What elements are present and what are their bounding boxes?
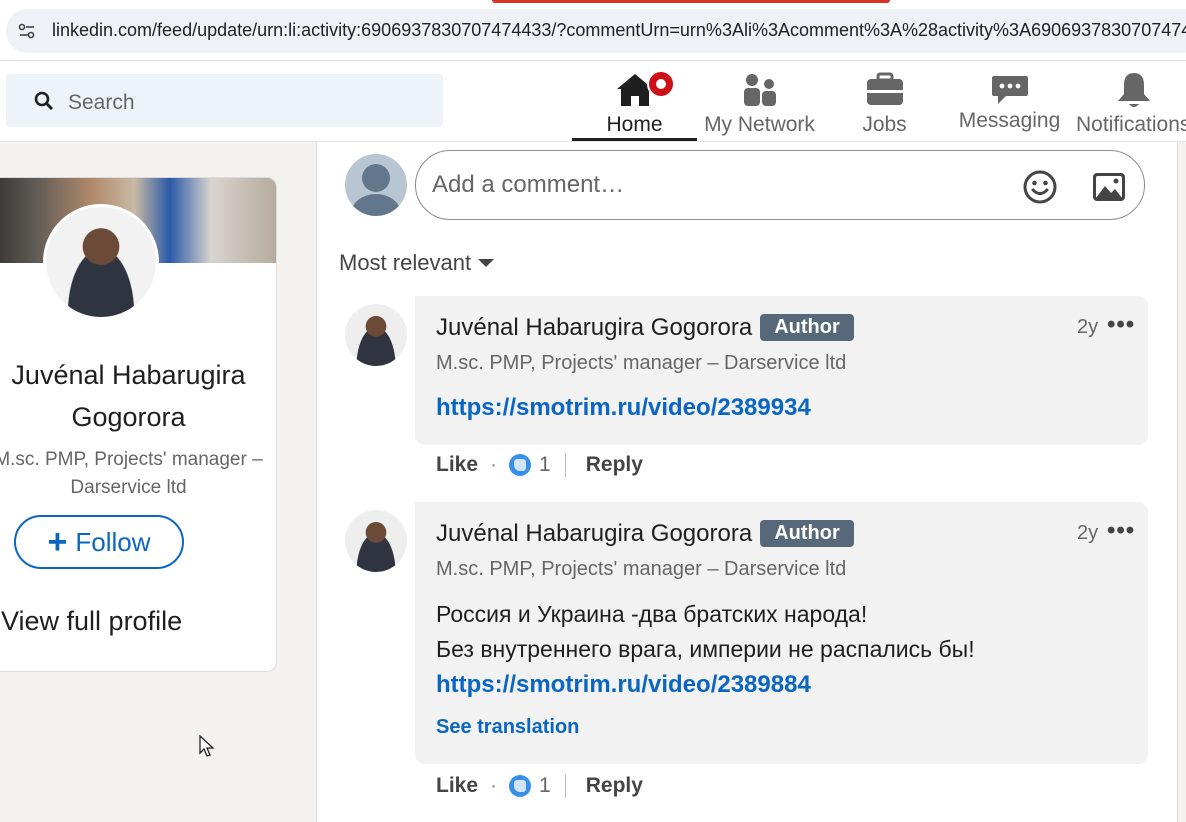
comment-bubble: Juvénal Habarugira Gogorora Author 2y •••… — [415, 502, 1148, 764]
search-icon — [34, 91, 54, 111]
comment-text-line: Россия и Украина -два братских народа! — [436, 601, 868, 627]
commenter-name-text: Juvénal Habarugira Gogorora — [436, 520, 753, 547]
comment-body: https://smotrim.ru/video/2389934 — [436, 390, 811, 425]
author-badge: Author — [760, 520, 854, 547]
mouse-cursor-icon — [199, 735, 215, 757]
more-options-icon[interactable]: ••• — [1107, 311, 1135, 339]
view-full-profile-link[interactable]: View full profile — [1, 606, 182, 637]
nav-jobs-label: Jobs — [862, 113, 907, 136]
profile-name[interactable]: Juvénal Habarugira Gogorora — [0, 354, 276, 438]
commenter-name[interactable]: Juvénal Habarugira Gogorora Author — [436, 314, 854, 342]
nav-home[interactable]: Home — [572, 61, 697, 141]
separator-dot: · — [490, 774, 498, 797]
commenter-name[interactable]: Juvénal Habarugira Gogorora Author — [436, 520, 854, 548]
commenter-avatar[interactable] — [345, 510, 407, 572]
reaction-count[interactable]: 1 — [539, 774, 551, 798]
profile-card: Juvénal Habarugira Gogorora M.sc. PMP, P… — [0, 177, 277, 672]
see-translation-link[interactable]: See translation — [436, 710, 975, 745]
comment-timestamp: 2y — [1077, 522, 1099, 544]
comment-text-line: Без внутреннего врага, империи не распал… — [436, 636, 975, 662]
reaction-count[interactable]: 1 — [539, 453, 551, 477]
comment-bubble: Juvénal Habarugira Gogorora Author 2y •••… — [415, 296, 1148, 445]
nav-notifications-label: Notifications — [1076, 113, 1186, 136]
author-badge: Author — [760, 314, 854, 341]
follow-button[interactable]: + Follow — [14, 515, 184, 569]
top-navigation: Search Home My Network Jobs Messaging No… — [0, 61, 1186, 142]
nav-messaging[interactable]: Messaging — [947, 61, 1072, 141]
search-placeholder: Search — [68, 91, 135, 114]
nav-my-network-label: My Network — [704, 113, 815, 136]
comment-body: Россия и Украина -два братских народа! Б… — [436, 597, 975, 745]
nav-jobs[interactable]: Jobs — [822, 61, 947, 141]
plus-icon: + — [47, 523, 68, 561]
nav-my-network[interactable]: My Network — [697, 61, 822, 141]
like-button[interactable]: Like — [436, 453, 478, 477]
nav-home-label: Home — [606, 113, 663, 136]
separator-dot: · — [490, 453, 498, 476]
profile-headline: M.sc. PMP, Projects' manager – Darservic… — [0, 449, 263, 498]
current-user-avatar — [345, 154, 407, 216]
like-reaction-icon[interactable] — [509, 454, 532, 476]
comments-panel: Add a comment… Most relevant Juvénal Hab… — [316, 142, 1178, 822]
caret-down-icon — [478, 259, 495, 267]
like-button[interactable]: Like — [436, 774, 478, 798]
reply-button[interactable]: Reply — [586, 774, 643, 798]
commenter-name-text: Juvénal Habarugira Gogorora — [436, 314, 753, 341]
tab-indicator — [492, 0, 890, 3]
follow-label: Follow — [75, 526, 151, 557]
sort-label: Most relevant — [339, 250, 472, 275]
more-options-icon[interactable]: ••• — [1107, 517, 1135, 545]
comment-input[interactable]: Add a comment… — [415, 150, 1145, 220]
people-icon — [743, 74, 776, 106]
commenter-headline: M.sc. PMP, Projects' manager – Darservic… — [436, 352, 847, 374]
bell-icon — [1118, 73, 1150, 107]
comment-item: Juvénal Habarugira Gogorora Author 2y •••… — [345, 296, 1148, 477]
commenter-avatar[interactable] — [345, 304, 407, 366]
sort-dropdown[interactable]: Most relevant — [339, 250, 495, 276]
site-settings-icon[interactable] — [18, 22, 36, 40]
divider — [564, 453, 566, 477]
emoji-icon[interactable] — [1022, 169, 1058, 205]
profile-avatar[interactable] — [43, 204, 159, 320]
chat-bubble-icon — [991, 76, 1028, 104]
comment-item: Juvénal Habarugira Gogorora Author 2y •••… — [345, 502, 1148, 802]
active-indicator — [572, 138, 697, 141]
comment-link[interactable]: https://smotrim.ru/video/2389884 — [436, 667, 975, 702]
notification-badge — [646, 70, 675, 98]
browser-url-bar: linkedin.com/feed/update/urn:li:activity… — [0, 0, 1186, 61]
comment-timestamp: 2y — [1077, 316, 1099, 338]
commenter-headline: M.sc. PMP, Projects' manager – Darservic… — [436, 558, 847, 580]
nav-notifications[interactable]: Notifications — [1072, 61, 1186, 141]
briefcase-icon — [866, 72, 903, 105]
comment-actions: Like · 1 Reply — [436, 774, 643, 798]
like-reaction-icon[interactable] — [509, 775, 532, 797]
reply-button[interactable]: Reply — [586, 453, 643, 477]
comment-link[interactable]: https://smotrim.ru/video/2389934 — [436, 390, 811, 425]
divider — [564, 774, 566, 798]
comment-placeholder: Add a comment… — [432, 171, 625, 198]
nav-messaging-label: Messaging — [958, 109, 1061, 132]
url-text[interactable]: linkedin.com/feed/update/urn:li:activity… — [52, 20, 1186, 41]
image-icon[interactable] — [1091, 169, 1127, 205]
comment-actions: Like · 1 Reply — [436, 453, 643, 477]
search-input[interactable]: Search — [6, 74, 443, 127]
